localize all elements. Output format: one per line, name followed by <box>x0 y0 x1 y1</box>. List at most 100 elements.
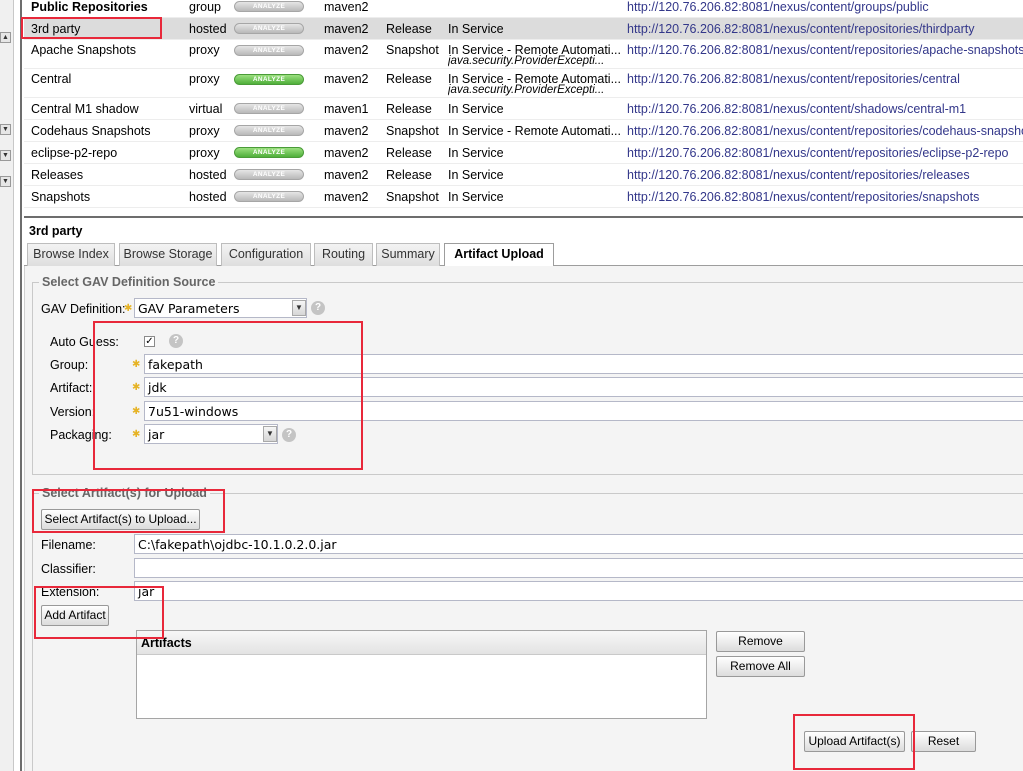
repository-format: maven2 <box>324 168 369 182</box>
upload-artifacts-button[interactable]: Upload Artifact(s) <box>804 731 905 752</box>
repository-status: In Service <box>448 102 620 116</box>
collapse-icon[interactable]: ▼ <box>0 124 11 135</box>
analyze-button[interactable]: ANALYZE <box>234 23 304 34</box>
repository-format: maven2 <box>324 43 369 57</box>
auto-guess-label: Auto Guess: <box>50 335 119 349</box>
repository-status: In Service <box>448 146 620 160</box>
repository-format: maven2 <box>324 146 369 160</box>
repository-row[interactable]: eclipse-p2-repo proxy ANALYZE maven2 Release… <box>24 142 1023 164</box>
repository-type: hosted <box>189 22 227 36</box>
artifact-field[interactable]: jdk <box>144 377 1023 397</box>
tab-routing[interactable]: Routing <box>314 243 373 266</box>
repository-row[interactable]: Apache Snapshots proxy ANALYZE maven2 Snapsh… <box>24 40 1023 69</box>
repository-url[interactable]: http://120.76.206.82:8081/nexus/content/… <box>627 124 1023 138</box>
chevron-down-icon[interactable]: ▼ <box>263 426 277 442</box>
auto-guess-checkbox[interactable]: ✓ <box>144 336 155 347</box>
repository-url[interactable]: http://120.76.206.82:8081/nexus/content/… <box>627 43 1023 57</box>
tab-configuration[interactable]: Configuration <box>221 243 311 266</box>
repository-url[interactable]: http://120.76.206.82:8081/nexus/content/… <box>627 168 1023 182</box>
remove-button[interactable]: Remove <box>716 631 805 652</box>
help-icon[interactable]: ? <box>311 301 325 315</box>
repository-type: hosted <box>189 190 227 204</box>
repository-url[interactable]: http://120.76.206.82:8081/nexus/content/… <box>627 190 1023 204</box>
repository-status: In Service - Remote Automati... java.secu… <box>448 72 620 96</box>
filename-label: Filename: <box>41 538 96 552</box>
repository-status-detail: java.security.ProviderExcepti... <box>448 84 605 96</box>
repository-name: Apache Snapshots <box>31 43 136 57</box>
repository-type: virtual <box>189 102 223 116</box>
analyze-button[interactable]: ANALYZE <box>234 169 304 180</box>
analyze-button[interactable]: ANALYZE <box>234 147 304 158</box>
extension-field[interactable]: jar <box>134 581 1023 601</box>
group-label: Group: <box>50 358 89 372</box>
repository-status-text: In Service <box>448 102 504 116</box>
artifacts-header: Artifacts <box>137 631 706 655</box>
repository-name: eclipse-p2-repo <box>31 146 118 160</box>
repository-policy: Snapshot <box>386 190 439 204</box>
packaging-label: Packaging: <box>50 428 112 442</box>
chevron-down-icon[interactable]: ▼ <box>292 300 306 316</box>
panel-title: 3rd party <box>29 224 83 238</box>
group-field[interactable]: fakepath <box>144 354 1023 374</box>
analyze-button[interactable]: ANALYZE <box>234 74 304 85</box>
repository-url[interactable]: http://120.76.206.82:8081/nexus/content/… <box>627 72 1023 86</box>
repository-row[interactable]: Snapshots hosted ANALYZE maven2 Snapshot In S… <box>24 186 1023 208</box>
repository-row[interactable]: 3rd party hosted ANALYZE maven2 Release In Se… <box>24 18 1023 40</box>
tab-bar: Browse Index Browse Storage Configuratio… <box>24 242 1023 267</box>
tab-summary[interactable]: Summary <box>376 243 440 266</box>
repository-name: Snapshots <box>31 190 91 204</box>
collapse-icon[interactable]: ▼ <box>0 150 11 161</box>
reset-button[interactable]: Reset <box>911 731 976 752</box>
repository-url[interactable]: http://120.76.206.82:8081/nexus/content/… <box>627 0 1023 14</box>
repository-format: maven2 <box>324 0 369 14</box>
repository-row[interactable]: Codehaus Snapshots proxy ANALYZE maven2 Snap… <box>24 120 1023 142</box>
required-star-icon: ✱ <box>124 303 133 314</box>
analyze-button[interactable]: ANALYZE <box>234 1 304 12</box>
analyze-button[interactable]: ANALYZE <box>234 45 304 56</box>
repository-type: group <box>189 0 221 14</box>
packaging-select[interactable]: jar <box>144 424 278 444</box>
scroll-up-icon[interactable]: ▲ <box>0 32 11 43</box>
remove-all-button[interactable]: Remove All <box>716 656 805 677</box>
repository-policy: Release <box>386 22 432 36</box>
analyze-button[interactable]: ANALYZE <box>234 125 304 136</box>
repository-policy: Release <box>386 146 432 160</box>
repository-url[interactable]: http://120.76.206.82:8081/nexus/content/… <box>627 22 1023 36</box>
artifact-upload-form: Select GAV Definition Source GAV Definit… <box>24 266 1023 771</box>
version-field[interactable]: 7u51-windows <box>144 401 1023 421</box>
select-artifacts-button[interactable]: Select Artifact(s) to Upload... <box>41 509 200 530</box>
repository-name: Central M1 shadow <box>31 102 139 116</box>
tab-artifact-upload[interactable]: Artifact Upload <box>444 243 554 267</box>
analyze-button[interactable]: ANALYZE <box>234 191 304 202</box>
help-icon[interactable]: ? <box>282 428 296 442</box>
analyze-button[interactable]: ANALYZE <box>234 103 304 114</box>
repository-row[interactable]: Public Repositories group ANALYZE maven2 htt… <box>24 0 1023 18</box>
repository-row[interactable]: Central M1 shadow virtual ANALYZE maven1 Rel… <box>24 98 1023 120</box>
repository-type: proxy <box>189 124 220 138</box>
help-icon[interactable]: ? <box>169 334 183 348</box>
tab-browse-index[interactable]: Browse Index <box>27 243 115 266</box>
repository-format: maven1 <box>324 102 369 116</box>
panel-splitter[interactable] <box>24 216 1023 218</box>
repository-format: maven2 <box>324 72 369 86</box>
repository-type: proxy <box>189 43 220 57</box>
classifier-field[interactable] <box>134 558 1023 578</box>
add-artifact-button[interactable]: Add Artifact <box>41 605 109 626</box>
repository-url[interactable]: http://120.76.206.82:8081/nexus/content/… <box>627 146 1023 160</box>
artifacts-list[interactable]: Artifacts <box>136 630 707 719</box>
repository-policy: Release <box>386 72 432 86</box>
required-star-icon: ✱ <box>132 429 141 440</box>
repository-row[interactable]: Releases hosted ANALYZE maven2 Release In Ser… <box>24 164 1023 186</box>
repository-status-text: In Service - Remote Automati... <box>448 124 620 138</box>
gav-definition-select[interactable]: GAV Parameters <box>134 298 307 318</box>
repository-url[interactable]: http://120.76.206.82:8081/nexus/content/… <box>627 102 1023 116</box>
tab-browse-storage[interactable]: Browse Storage <box>119 243 217 266</box>
collapse-icon[interactable]: ▼ <box>0 176 11 187</box>
repository-name: Releases <box>31 168 84 182</box>
repository-policy: Release <box>386 102 432 116</box>
repository-status: In Service - Remote Automati... java.secu… <box>448 43 620 67</box>
repository-row[interactable]: Central proxy ANALYZE maven2 Release In Servi… <box>24 69 1023 98</box>
filename-field[interactable]: C:\fakepath\ojdbc-10.1.0.2.0.jar <box>134 534 1023 554</box>
repository-status-text: In Service <box>448 190 504 204</box>
splitter[interactable] <box>20 0 22 771</box>
